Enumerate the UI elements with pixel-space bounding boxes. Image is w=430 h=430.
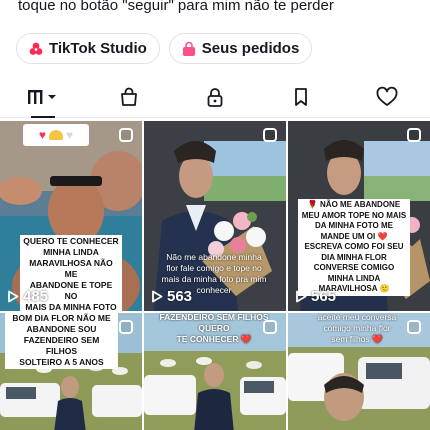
lock-icon [204, 86, 226, 113]
select-checkbox[interactable] [119, 320, 133, 334]
video-thumbnail[interactable]: ♥ ♥ QUERO TE CONHECER MINHA LINDA MARAVI… [0, 121, 142, 311]
orders-bag-icon [181, 41, 197, 57]
profile-bio: toque no botão "seguir" para mim não te … [18, 0, 334, 14]
tiktok-studio-label: TikTok Studio [49, 40, 147, 57]
select-checkbox[interactable] [407, 320, 421, 334]
profile-chips: TikTok Studio Seus pedidos [16, 33, 313, 64]
orders-button[interactable]: Seus pedidos [168, 33, 313, 64]
shopping-bag-icon [118, 86, 140, 113]
video-thumbnail[interactable]: FAZENDEIRO SEM FILHOS QUERO TE CONHECER … [144, 313, 286, 430]
heart-icon [375, 86, 399, 113]
view-count-value: 565 [311, 288, 337, 305]
tab-private[interactable] [172, 82, 258, 117]
video-caption: 🌹 NÃO ME ABANDONE MEU AMOR TOPE NO MAIS … [298, 199, 410, 296]
video-thumbnail[interactable]: 🌹 NÃO ME ABANDONE MEU AMOR TOPE NO MAIS … [288, 121, 430, 311]
view-count-value: 485 [23, 288, 49, 305]
play-icon [8, 290, 19, 303]
emoji-sticker: ♥ ♥ [23, 124, 89, 146]
bookmark-icon [290, 86, 312, 113]
select-checkbox[interactable] [119, 128, 133, 142]
video-caption: aceite meu conversa comigo minha flor se… [317, 313, 397, 344]
video-thumbnail[interactable]: BOM DIA FLOR NÃO ME ABANDONE SOU FAZENDE… [0, 313, 142, 430]
play-icon [296, 290, 307, 303]
view-count: 485 [7, 288, 48, 305]
view-count: 565 [295, 288, 336, 305]
tab-liked[interactable] [344, 82, 430, 117]
orders-label: Seus pedidos [201, 40, 300, 57]
profile-tabs [0, 82, 430, 118]
video-grid: ♥ ♥ QUERO TE CONHECER MINHA LINDA MARAVI… [0, 121, 430, 430]
tab-saved[interactable] [258, 82, 344, 117]
video-thumbnail[interactable]: aceite meu conversa comigo minha flor se… [288, 313, 430, 430]
tab-videos[interactable] [0, 82, 86, 118]
select-checkbox[interactable] [263, 320, 277, 334]
grid-icon [26, 88, 60, 111]
play-icon [152, 290, 163, 303]
video-caption: BOM DIA FLOR NÃO ME ABANDONE SOU FAZENDE… [5, 313, 118, 369]
tiktok-studio-button[interactable]: TikTok Studio [16, 33, 160, 64]
video-caption: FAZENDEIRO SEM FILHOS QUERO TE CONHECER … [159, 313, 269, 344]
view-count: 563 [151, 288, 192, 305]
tiktok-studio-icon [28, 41, 44, 57]
tab-shop[interactable] [86, 82, 172, 117]
select-checkbox[interactable] [407, 128, 421, 142]
select-checkbox[interactable] [263, 128, 277, 142]
video-thumbnail[interactable]: Não me abandone minha flor fale comigo e… [144, 121, 286, 311]
view-count-value: 563 [167, 288, 193, 305]
